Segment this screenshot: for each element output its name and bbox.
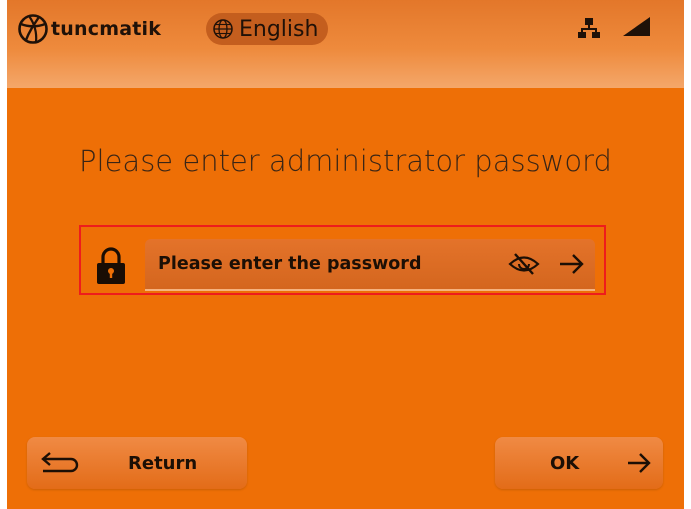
lock-icon: [97, 247, 125, 284]
arrow-right-icon[interactable]: [558, 252, 586, 276]
brand-name: tuncmatik: [51, 18, 162, 40]
tuncmatik-logo-icon: [18, 14, 48, 44]
return-arrow-icon: [41, 452, 79, 473]
network-icon: [578, 18, 600, 38]
top-bar: tuncmatik English: [7, 0, 684, 88]
return-button-label: Return: [128, 453, 198, 474]
language-label: English: [239, 16, 319, 42]
eye-off-icon[interactable]: [507, 251, 541, 277]
ok-button-label: OK: [550, 453, 580, 474]
brand-logo: tuncmatik: [17, 12, 161, 46]
password-input[interactable]: Please enter the password: [145, 239, 595, 291]
signal-icon: [623, 17, 650, 36]
language-selector[interactable]: English: [206, 13, 328, 45]
password-placeholder: Please enter the password: [158, 254, 422, 274]
page-title: Please enter administrator password: [79, 144, 612, 178]
arrow-right-icon: [628, 453, 651, 473]
admin-password-screen: tuncmatik English Please enter administr…: [7, 0, 684, 509]
globe-icon: [213, 19, 233, 39]
ok-button[interactable]: OK: [495, 437, 663, 489]
return-button[interactable]: Return: [27, 437, 247, 489]
